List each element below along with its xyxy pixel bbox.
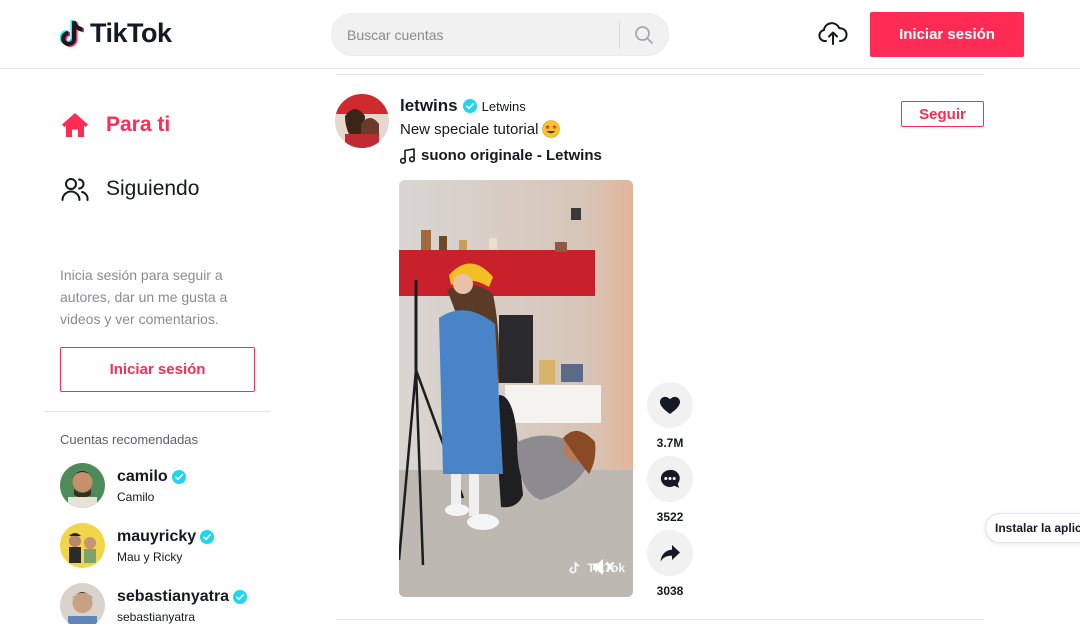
login-prompt-text: Inicia sesión para seguir a autores, dar…	[60, 267, 228, 327]
recommended-account[interactable]: mauyricky Mau y Ricky	[60, 523, 215, 568]
mute-icon[interactable]	[591, 557, 615, 577]
nav-for-you-label: Para ti	[106, 113, 171, 136]
avatar	[60, 583, 105, 624]
recommended-accounts-title: Cuentas recomendadas	[60, 432, 199, 447]
like-action: 3.7M	[647, 382, 693, 450]
sidebar-login-button[interactable]: Iniciar sesión	[60, 347, 255, 392]
home-icon	[62, 113, 88, 137]
heart-icon	[659, 396, 681, 414]
users-icon	[61, 178, 89, 201]
post-nickname[interactable]: Letwins	[482, 99, 526, 114]
music-note-icon	[400, 147, 415, 164]
comment-icon	[660, 469, 680, 488]
comment-button[interactable]	[647, 456, 693, 502]
post-header: letwins Letwins	[400, 96, 526, 116]
recommended-nickname: sebastianyatra	[117, 609, 196, 624]
header-login-button[interactable]: Iniciar sesión	[870, 12, 1024, 57]
avatar	[60, 523, 105, 568]
install-app-button[interactable]: Instalar la aplic	[985, 513, 1080, 543]
comment-count: 3522	[656, 510, 684, 524]
video-player[interactable]: TikTok	[399, 180, 633, 597]
verified-badge-icon	[171, 469, 186, 484]
share-arrow-icon	[660, 545, 680, 562]
nav-following-label: Siguiendo	[106, 177, 200, 200]
recommended-account[interactable]: sebastianyatra sebastianyatra	[60, 583, 248, 624]
top-header: TikTok Iniciar sesión	[0, 0, 1080, 69]
post-username[interactable]: letwins	[400, 96, 458, 116]
share-action: 3038	[647, 530, 693, 598]
tiktok-note-icon	[60, 19, 84, 47]
post-caption: New speciale tutorial	[400, 120, 561, 138]
logo-text: TikTok	[90, 18, 172, 48]
upload-icon[interactable]	[818, 21, 848, 47]
recommended-username: mauyricky	[117, 527, 197, 545]
feed-divider	[336, 74, 984, 75]
avatar	[60, 463, 105, 508]
recommended-account[interactable]: camilo Camilo	[60, 463, 186, 508]
verified-badge-icon	[233, 589, 248, 604]
feed-divider	[336, 619, 984, 620]
share-button[interactable]	[647, 530, 693, 576]
star-struck-emoji-icon	[542, 120, 561, 138]
verified-badge-icon	[200, 529, 215, 544]
like-count: 3.7M	[656, 436, 684, 450]
post-author-avatar[interactable]	[335, 94, 389, 148]
search-icon	[635, 25, 653, 44]
recommended-username: camilo	[117, 467, 168, 485]
share-count: 3038	[656, 584, 684, 598]
like-button[interactable]	[647, 382, 693, 428]
search-input[interactable]	[332, 14, 619, 55]
recommended-nickname: Mau y Ricky	[117, 549, 183, 564]
search-bar	[331, 13, 669, 56]
tiktok-note-icon	[569, 562, 580, 574]
comment-action: 3522	[647, 456, 693, 524]
tiktok-logo[interactable]: TikTok	[60, 18, 172, 49]
follow-button[interactable]: Seguir	[901, 101, 984, 127]
search-button[interactable]	[620, 14, 668, 55]
recommended-username: sebastianyatra	[117, 587, 230, 605]
caption-text: New speciale tutorial	[400, 120, 539, 138]
sidebar-divider	[45, 411, 270, 412]
nav-for-you[interactable]: Para ti	[60, 111, 170, 139]
sidebar: Para ti Siguiendo Inicia sesión para seg…	[0, 69, 290, 624]
music-title: suono originale - Letwins	[421, 147, 602, 164]
post-music[interactable]: suono originale - Letwins	[400, 147, 602, 164]
recommended-nickname: Camilo	[117, 489, 155, 504]
verified-badge-icon	[462, 99, 477, 113]
video-frame	[399, 180, 633, 597]
nav-following[interactable]: Siguiendo	[60, 175, 199, 203]
